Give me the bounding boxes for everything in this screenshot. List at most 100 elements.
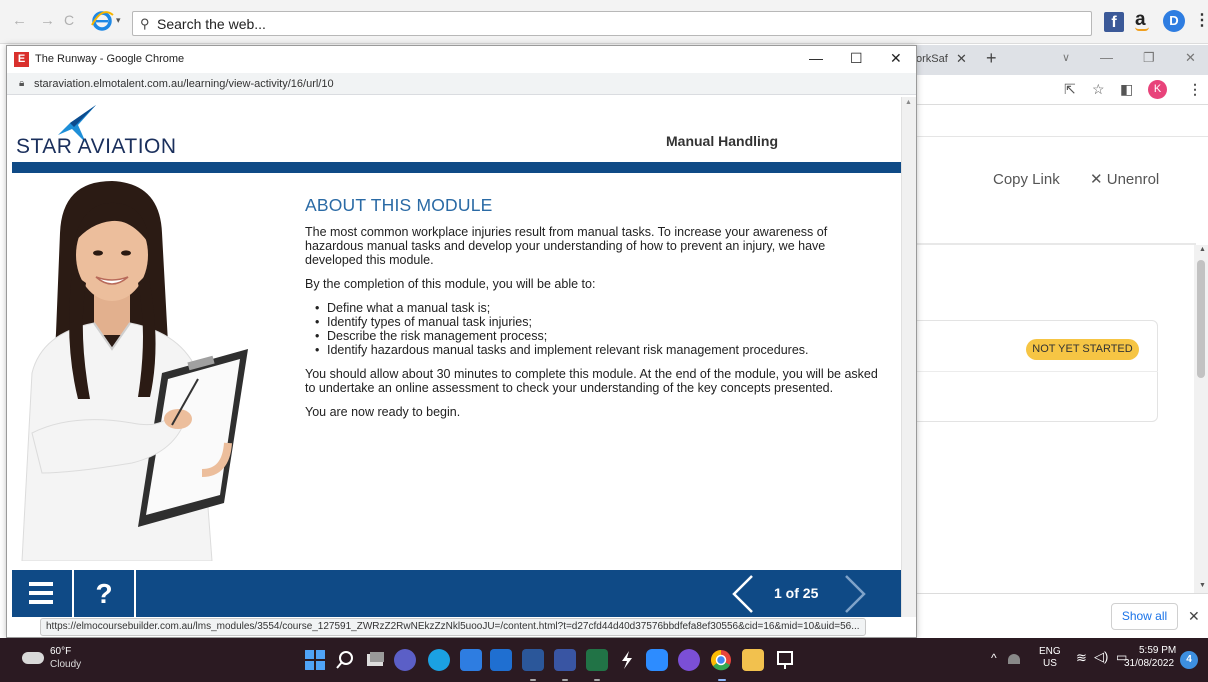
back-icon[interactable]: ←: [12, 12, 27, 29]
running-indicator: [562, 679, 568, 681]
course-frame: STAR AVIATION Manual Handling ABOUT THIS…: [12, 97, 901, 617]
list-item: Identify types of manual task injuries;: [315, 315, 883, 329]
background-tab[interactable]: orkSaf: [916, 53, 948, 65]
more-options-icon[interactable]: ⋮: [1194, 10, 1208, 30]
cloud-icon[interactable]: [22, 652, 44, 664]
restore-icon[interactable]: ❐: [1143, 50, 1155, 66]
notification-badge[interactable]: 4: [1180, 651, 1198, 669]
list-item: Describe the risk management process;: [315, 329, 883, 343]
popup-title: The Runway - Google Chrome: [35, 53, 185, 65]
mail-icon[interactable]: [490, 649, 512, 671]
language-line1[interactable]: ENG: [1039, 646, 1061, 657]
scroll-down-icon[interactable]: ▼: [1199, 582, 1206, 589]
running-indicator: [530, 679, 536, 681]
intro-paragraph: The most common workplace injuries resul…: [305, 225, 828, 267]
planner-icon[interactable]: [554, 649, 576, 671]
store-icon[interactable]: [460, 649, 482, 671]
chevron-up-icon[interactable]: ^: [991, 651, 997, 665]
copy-link-button[interactable]: Copy Link: [993, 171, 1060, 188]
popup-title-bar: E The Runway - Google Chrome — ☐ ✕: [7, 46, 916, 73]
clock-time[interactable]: 5:59 PM: [1139, 645, 1176, 656]
divider: [900, 243, 1196, 245]
amazon-icon[interactable]: a: [1135, 9, 1149, 31]
search-icon[interactable]: [334, 649, 356, 671]
status-badge: NOT YET STARTED: [1026, 339, 1139, 360]
taskbar: 60°F Cloudy ^ ENG US ≋ ◁) ▭ 5:59 PM 31/0…: [0, 638, 1208, 682]
tab-search-chevron-icon[interactable]: ∨: [1062, 51, 1070, 64]
maximize-icon[interactable]: ☐: [850, 50, 863, 67]
new-tab-icon[interactable]: +: [986, 48, 997, 69]
clock-date[interactable]: 31/08/2022: [1124, 658, 1174, 669]
show-all-button[interactable]: Show all: [1111, 603, 1178, 630]
forward-icon[interactable]: →: [40, 12, 55, 29]
volume-icon[interactable]: ◁): [1094, 649, 1108, 665]
minimize-icon[interactable]: —: [809, 50, 823, 66]
extension-d-icon[interactable]: D: [1163, 10, 1185, 32]
weather-temperature[interactable]: 60°F: [50, 646, 71, 657]
popup-address-bar[interactable]: 🔒︎ staraviation.elmotalent.com.au/learni…: [7, 73, 916, 95]
ready-paragraph: You are now ready to begin.: [305, 405, 461, 419]
avatar[interactable]: K: [1148, 80, 1167, 99]
zoom-icon[interactable]: [646, 649, 668, 671]
onedrive-icon[interactable]: [1008, 654, 1020, 664]
list-item: Define what a manual task is;: [315, 301, 883, 315]
close-window-icon[interactable]: ✕: [1185, 50, 1196, 66]
popup-url: staraviation.elmotalent.com.au/learning/…: [34, 78, 334, 90]
refresh-icon[interactable]: C: [64, 12, 74, 28]
objectives-list: Define what a manual task is; Identify t…: [315, 301, 883, 357]
top-browser-bar: ← → C ▾ ⚲ f a D ⋮: [0, 0, 1208, 44]
task-view-icon[interactable]: [364, 649, 386, 671]
chrome-menu-icon[interactable]: ⋮: [1188, 81, 1202, 98]
facebook-icon[interactable]: f: [1104, 12, 1124, 32]
woman-with-clipboard-image: [12, 173, 294, 561]
running-indicator: [718, 679, 726, 681]
snipping-tool-icon[interactable]: [774, 649, 796, 671]
wifi-icon[interactable]: ≋: [1076, 650, 1087, 666]
link-status-url: https://elmocoursebuilder.com.au/lms_mod…: [40, 618, 866, 636]
hamburger-icon: [29, 591, 53, 595]
tab-close-icon[interactable]: ✕: [956, 51, 967, 67]
close-icon[interactable]: ✕: [1188, 608, 1200, 625]
duration-paragraph: You should allow about 30 minutes to com…: [305, 367, 878, 395]
excel-icon[interactable]: [586, 649, 608, 671]
windows-start-icon[interactable]: [304, 649, 326, 671]
edge-icon[interactable]: [428, 649, 450, 671]
course-header: STAR AVIATION Manual Handling: [12, 97, 901, 162]
side-panel-icon[interactable]: ◧: [1120, 81, 1133, 98]
popup-window: E The Runway - Google Chrome — ☐ ✕ 🔒︎ st…: [6, 45, 917, 638]
bookmark-star-icon[interactable]: ☆: [1092, 81, 1105, 98]
hamburger-icon: [29, 600, 53, 604]
module-name: Manual Handling: [666, 133, 778, 149]
chrome-icon[interactable]: [710, 649, 732, 671]
close-window-icon[interactable]: ✕: [890, 50, 902, 67]
search-input[interactable]: [157, 14, 1077, 33]
web-search-box[interactable]: ⚲: [132, 11, 1092, 36]
word-icon[interactable]: [522, 649, 544, 671]
scrollbar-thumb[interactable]: [1197, 260, 1205, 378]
menu-button[interactable]: [12, 570, 74, 617]
previous-page-button[interactable]: [728, 574, 758, 614]
cortana-icon[interactable]: [678, 649, 700, 671]
scroll-up-icon[interactable]: ▲: [905, 99, 912, 106]
next-page-button[interactable]: [840, 574, 870, 614]
file-explorer-icon[interactable]: [742, 649, 764, 671]
bolt-app-icon[interactable]: [616, 649, 638, 671]
running-indicator: [594, 679, 600, 681]
teams-chat-icon[interactable]: [394, 649, 416, 671]
weather-description[interactable]: Cloudy: [50, 659, 81, 670]
minimize-icon[interactable]: —: [1100, 50, 1113, 65]
unenrol-button[interactable]: ✕ Unenrol: [1090, 170, 1159, 188]
objectives-intro: By the completion of this module, you wi…: [305, 277, 596, 291]
list-item: Identify hazardous manual tasks and impl…: [315, 343, 883, 357]
divider: [900, 371, 1158, 372]
language-line2[interactable]: US: [1043, 658, 1057, 669]
share-icon[interactable]: ⇱: [1064, 81, 1076, 98]
course-scrollbar[interactable]: ▲: [901, 97, 916, 617]
internet-explorer-icon[interactable]: [90, 10, 114, 32]
scroll-up-icon[interactable]: ▲: [1199, 246, 1206, 253]
chevron-down-icon[interactable]: ▾: [116, 15, 121, 26]
help-button[interactable]: ?: [74, 570, 136, 617]
divider: [900, 136, 1208, 137]
search-icon: ⚲: [140, 16, 150, 31]
lock-icon: 🔒︎: [19, 78, 25, 89]
